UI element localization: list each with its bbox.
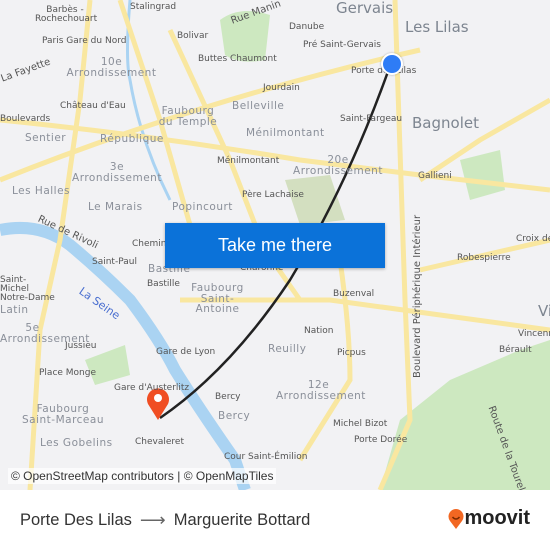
origin-marker[interactable] [381, 53, 403, 75]
map-label: Latin [0, 304, 29, 316]
map-label: Chemin [132, 239, 167, 249]
map-label: Boulevard Périphérique Intérieur [412, 214, 423, 378]
map-label: Le Marais [88, 201, 143, 213]
map-label: Vincennes [518, 329, 550, 339]
moovit-logo[interactable]: moovit [448, 507, 530, 530]
map-label: Jourdain [263, 83, 300, 93]
map-label: 10e Arrondissement [66, 56, 157, 79]
destination-name: Marguerite Bottard [173, 511, 311, 529]
map-label: Barbès - Rochechouart [35, 5, 98, 24]
map-label: Robespierre [457, 253, 511, 263]
park-jardin-des-plantes [85, 345, 130, 385]
park-pere-lachaise [285, 175, 345, 225]
map-label: Porte Dorée [354, 435, 408, 445]
map-label: Saint-Paul [92, 257, 137, 267]
footer: Porte Des Lilas ⟶ Marguerite Bottard moo… [0, 490, 550, 550]
origin-name: Porte Des Lilas [20, 511, 132, 529]
map-label: Château d'Eau [60, 101, 126, 111]
map-label: Saint-Michel Notre-Dame [0, 275, 55, 303]
map-label: Sentier [25, 132, 67, 144]
map-label: Paris Gare du Nord [42, 36, 127, 46]
map-label: Danube [289, 22, 325, 32]
map-label: Bastille [147, 279, 180, 289]
map-label: Picpus [337, 348, 366, 358]
map-label: Saint-Fargeau [340, 114, 403, 124]
map-label: Stalingrad [130, 2, 177, 12]
map-label: Bagnolet [412, 114, 479, 132]
map-label: République [100, 133, 164, 145]
map-label: 20e Arrondissement [293, 154, 383, 177]
map-label: Ménilmontant [217, 156, 280, 166]
map[interactable]: Barbès - Rochechouart Stalingrad Rue Man… [0, 0, 550, 490]
map-label: Faubourg Saint-Marceau [22, 403, 104, 426]
map-label: Bercy [215, 392, 241, 402]
map-label: Gare d'Austerlitz [114, 383, 190, 393]
map-label: Père Lachaise [242, 190, 304, 200]
map-label: Ménilmontant [246, 127, 325, 139]
map-label: Buttes Chaumont [198, 54, 277, 64]
map-attribution[interactable]: © OpenStreetMap contributors | © OpenMap… [8, 468, 277, 484]
map-label: Bolivar [177, 31, 209, 41]
map-label: Les Halles [12, 185, 71, 197]
map-label: Vi [538, 302, 550, 320]
map-label: Bercy [218, 410, 251, 422]
map-label: Popincourt [172, 201, 233, 213]
map-label: Faubourg Saint-Antoine [191, 282, 244, 315]
map-label: Belleville [232, 100, 285, 112]
map-label: Gallieni [418, 171, 452, 181]
map-label: 3e Arrondissement [72, 161, 162, 184]
map-label: Les Lilas [405, 18, 469, 36]
map-label: Pré Saint-Gervais [303, 40, 381, 50]
map-label: Gare de Lyon [156, 347, 216, 357]
map-label: Bérault [499, 345, 532, 355]
map-label: Les Gobelins [40, 437, 113, 449]
map-label: Place Monge [39, 368, 97, 378]
map-label: 5e Arrondissement [0, 322, 90, 345]
park [460, 150, 505, 200]
map-label: Croix de [516, 234, 550, 244]
route-title: Porte Des Lilas ⟶ Marguerite Bottard [20, 510, 310, 531]
take-me-there-button[interactable]: Take me there [165, 223, 385, 268]
moovit-pin-icon [448, 508, 464, 529]
map-label: Boulevards [0, 114, 51, 124]
map-label: Cour Saint-Émilion [224, 452, 308, 462]
map-label: Gervais [336, 0, 394, 17]
map-label: Faubourg du Temple [158, 105, 218, 128]
brand-name: moovit [464, 507, 530, 529]
map-label: Buzenval [333, 289, 375, 299]
map-label: Chevaleret [135, 437, 184, 447]
map-label: Jussieu [65, 341, 97, 351]
map-label: Michel Bizot [333, 419, 388, 429]
map-label: Nation [304, 326, 334, 336]
map-label: Reuilly [268, 343, 307, 355]
map-label: 12e Arrondissement [276, 379, 366, 402]
arrow-right-icon: ⟶ [139, 510, 166, 530]
